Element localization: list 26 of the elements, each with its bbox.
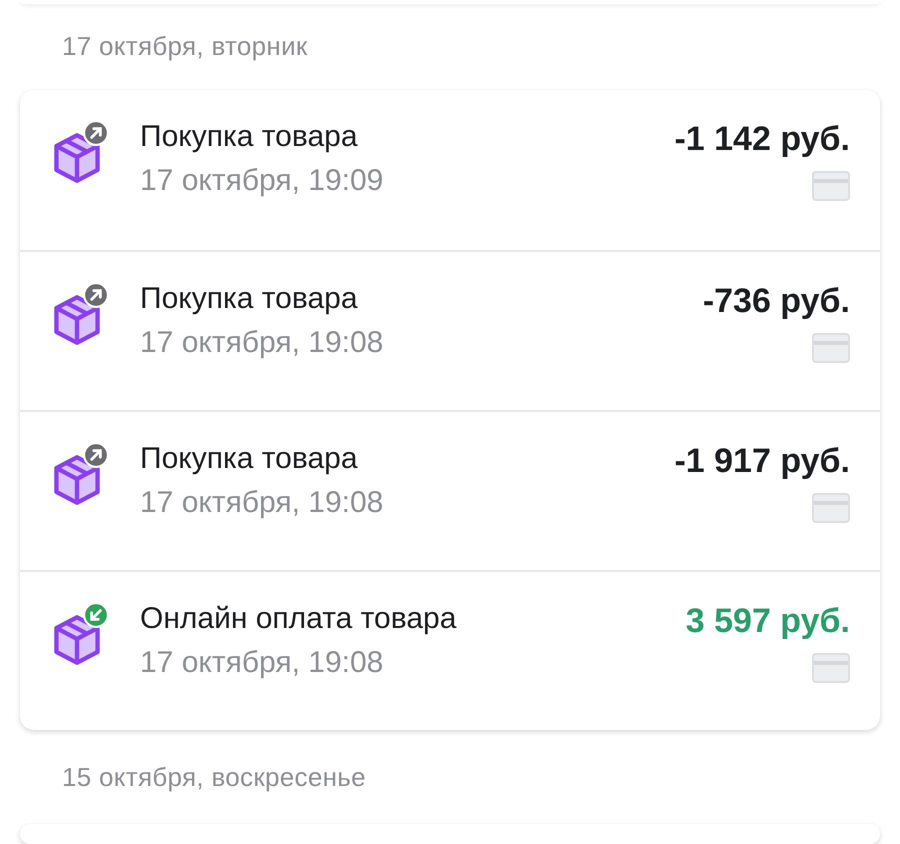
transaction-row[interactable]: Покупка товара 17 октября, 19:09 -1 142 руб. [20,90,880,250]
transaction-row[interactable]: Покупка товара 17 октября, 19:08 -1 917 руб. [20,410,880,570]
package-icon [52,132,102,184]
transaction-row[interactable]: Онлайн оплата товара 17 октября, 19:08 3 597 руб. [20,570,880,730]
bank-card-icon [812,171,850,202]
transaction-time: 17 октября, 19:08 [140,486,384,520]
date-heading: 15 октября, воскресенье [62,762,366,793]
transaction-title: Покупка товара [140,442,358,476]
transaction-amount: 3 597 руб. [686,602,850,642]
transaction-time: 17 октября, 19:08 [140,326,384,360]
bank-card-icon [812,493,850,524]
transaction-title: Онлайн оплата товара [140,602,458,636]
transaction-time: 17 октября, 19:08 [140,646,384,680]
transaction-time: 17 октября, 19:09 [140,164,384,198]
package-icon [52,454,102,506]
transaction-amount: -736 руб. [702,282,850,322]
bank-card-icon [812,333,850,364]
bank-card-icon [812,653,850,684]
transaction-amount: -1 917 руб. [674,442,850,482]
package-icon [52,294,102,346]
transaction-row[interactable]: Покупка товара 17 октября, 19:08 -736 руб. [20,250,880,410]
transaction-title: Покупка товара [140,282,358,316]
transaction-title: Покупка товара [140,120,358,154]
date-heading: 17 октября, вторник [62,31,308,62]
package-icon [52,614,102,666]
transaction-amount: -1 142 руб. [674,120,850,160]
